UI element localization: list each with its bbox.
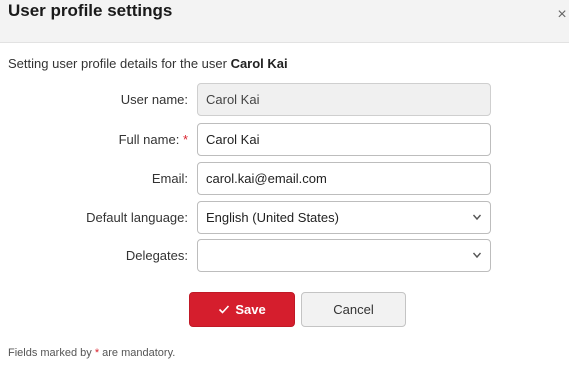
fullname-label-text: Full name: xyxy=(118,132,180,147)
cancel-button-label: Cancel xyxy=(333,302,374,317)
fullname-value: Carol Kai xyxy=(206,132,260,147)
required-asterisk: * xyxy=(182,132,188,147)
language-label: Default language: xyxy=(86,210,188,225)
email-input[interactable]: carol.kai@email.com xyxy=(197,162,491,195)
email-value: carol.kai@email.com xyxy=(206,171,327,186)
intro-text: Setting user profile details for the use… xyxy=(8,56,288,71)
language-value: English (United States) xyxy=(206,210,339,225)
delegates-label: Delegates: xyxy=(125,248,188,263)
fullname-label: Full name: * xyxy=(0,132,188,147)
chevron-down-icon xyxy=(472,240,482,283)
save-button-label: Save xyxy=(235,302,266,317)
intro-prefix: Setting user profile details for the use… xyxy=(8,56,231,71)
intro-user-name: Carol Kai xyxy=(230,56,288,71)
checkmark-icon xyxy=(219,305,230,314)
username-value: Carol Kai xyxy=(206,92,260,107)
username-field: Carol Kai xyxy=(197,83,491,116)
email-label: Email: xyxy=(151,171,188,186)
user-profile-settings-dialog: User profile settings × Setting user pro… xyxy=(0,0,569,369)
mandatory-fields-note: Fields marked by * are mandatory. xyxy=(8,347,175,359)
chevron-down-icon-svg xyxy=(472,214,482,221)
save-button[interactable]: Save xyxy=(189,292,295,327)
chevron-down-icon-svg xyxy=(472,252,482,259)
footer-suffix: are mandatory. xyxy=(99,347,176,359)
cancel-button[interactable]: Cancel xyxy=(301,292,406,327)
footer-prefix: Fields marked by xyxy=(8,347,95,359)
delegates-select[interactable] xyxy=(197,239,491,272)
fullname-input[interactable]: Carol Kai xyxy=(197,123,491,156)
username-label: User name: xyxy=(120,92,188,107)
dialog-title: User profile settings xyxy=(8,1,173,20)
close-icon[interactable]: × xyxy=(555,6,569,24)
dialog-header: User profile settings × xyxy=(0,0,569,43)
language-select[interactable]: English (United States) xyxy=(197,201,491,234)
